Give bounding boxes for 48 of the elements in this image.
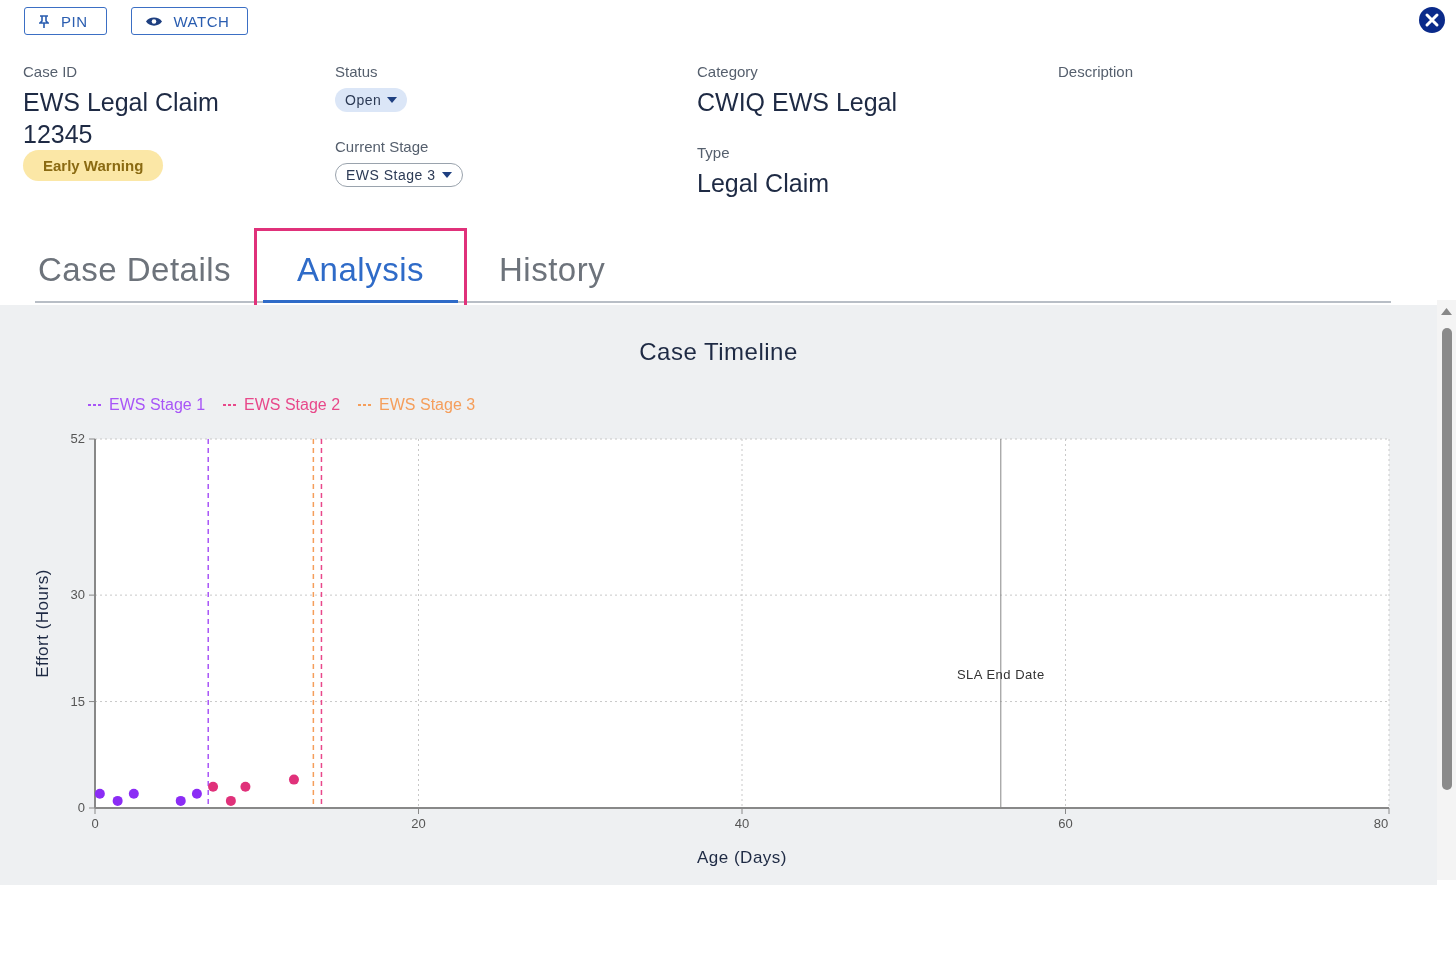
- data-point: [240, 781, 251, 792]
- y-tick-label: 0: [77, 800, 85, 815]
- y-axis-title: Effort (Hours): [33, 569, 52, 678]
- field-label: Status: [335, 63, 378, 80]
- data-point: [191, 788, 202, 799]
- caret-icon: [387, 97, 398, 103]
- y-tick-label: 30: [70, 587, 85, 603]
- scroll-up-icon[interactable]: [1441, 308, 1452, 315]
- x-tick-label: 20: [411, 816, 426, 831]
- status-tag: Early Warning: [23, 150, 164, 181]
- data-point: [128, 788, 139, 799]
- tab[interactable]: History: [488, 239, 616, 301]
- close-button[interactable]: [1418, 6, 1446, 34]
- field-label: Category: [697, 63, 758, 80]
- field-label: Current Stage: [335, 138, 429, 155]
- field-label: Case ID: [23, 63, 78, 80]
- field-label: Type: [697, 144, 730, 161]
- legend-label: EWS Stage 3: [379, 396, 476, 414]
- data-point: [112, 795, 123, 806]
- data-point: [94, 788, 105, 799]
- y-tick-label: 15: [70, 693, 85, 709]
- tab[interactable]: Case Details: [35, 239, 242, 301]
- x-axis-title: Age (Days): [697, 848, 787, 867]
- deadline-label: SLA End Date: [956, 666, 1045, 682]
- data-point: [225, 795, 236, 806]
- x-tick-label: 0: [91, 816, 99, 831]
- legend-label: EWS Stage 1: [109, 396, 206, 414]
- scrollbar[interactable]: [1437, 300, 1456, 880]
- data-point: [288, 774, 299, 785]
- x-tick-label: 60: [1058, 816, 1073, 831]
- data-point: [208, 781, 219, 792]
- field-label: Description: [1058, 63, 1134, 80]
- x-tick-label: 80: [1373, 816, 1389, 831]
- field-value: EWS Legal Claim 12345: [23, 87, 220, 150]
- status-dropdown[interactable]: Open: [335, 88, 408, 112]
- eye-icon: [145, 15, 162, 27]
- data-point: [175, 795, 186, 806]
- x-tick-label: 40: [734, 816, 750, 831]
- caret-icon: [441, 172, 452, 178]
- pin-button[interactable]: PIN: [24, 7, 107, 35]
- chart-title: Case Timeline: [639, 338, 798, 366]
- y-tick-label: 52: [70, 431, 85, 446]
- legend-label: EWS Stage 2: [244, 396, 341, 414]
- pin-icon: [39, 14, 49, 28]
- watch-button[interactable]: WATCH: [130, 7, 249, 35]
- field-value: CWIQ EWS Legal: [697, 87, 898, 118]
- field-value: Legal Claim: [697, 168, 829, 199]
- stage-dropdown[interactable]: EWS Stage 3: [335, 163, 463, 187]
